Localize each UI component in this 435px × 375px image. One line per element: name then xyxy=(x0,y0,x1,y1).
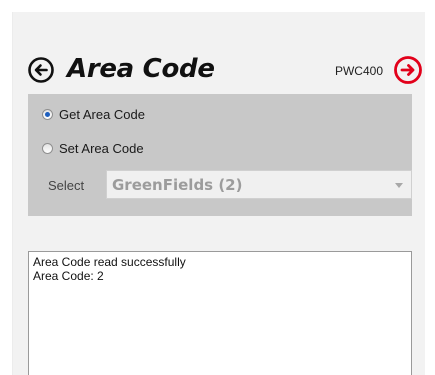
get-area-code-radio[interactable]: Get Area Code xyxy=(42,105,145,123)
area-select-dropdown[interactable]: GreenFields (2) xyxy=(106,170,412,199)
select-value: GreenFields (2) xyxy=(112,176,243,194)
back-button[interactable] xyxy=(27,56,55,84)
page-header: Area Code PWC400 xyxy=(27,52,423,88)
radio-indicator[interactable] xyxy=(42,142,53,154)
chevron-down-icon xyxy=(395,183,403,188)
forward-button[interactable] xyxy=(393,55,423,85)
log-line: Area Code: 2 xyxy=(33,269,104,283)
radio-label: Get Area Code xyxy=(59,106,145,122)
select-label: Select xyxy=(48,178,85,193)
set-area-code-radio[interactable]: Set Area Code xyxy=(42,139,144,157)
circle-arrow-left-icon xyxy=(28,57,54,83)
circle-arrow-right-icon xyxy=(394,56,422,84)
radio-indicator[interactable] xyxy=(42,108,53,120)
result-log[interactable]: Area Code read successfully Area Code: 2 xyxy=(28,251,412,375)
page-title: Area Code xyxy=(67,54,215,84)
options-group: Get Area Code Set Area Code Select Green… xyxy=(28,94,412,216)
device-id-label: PWC400 xyxy=(334,64,383,78)
radio-selected-dot xyxy=(45,111,50,117)
radio-label: Set Area Code xyxy=(59,140,144,156)
log-line: Area Code read successfully xyxy=(33,255,186,269)
